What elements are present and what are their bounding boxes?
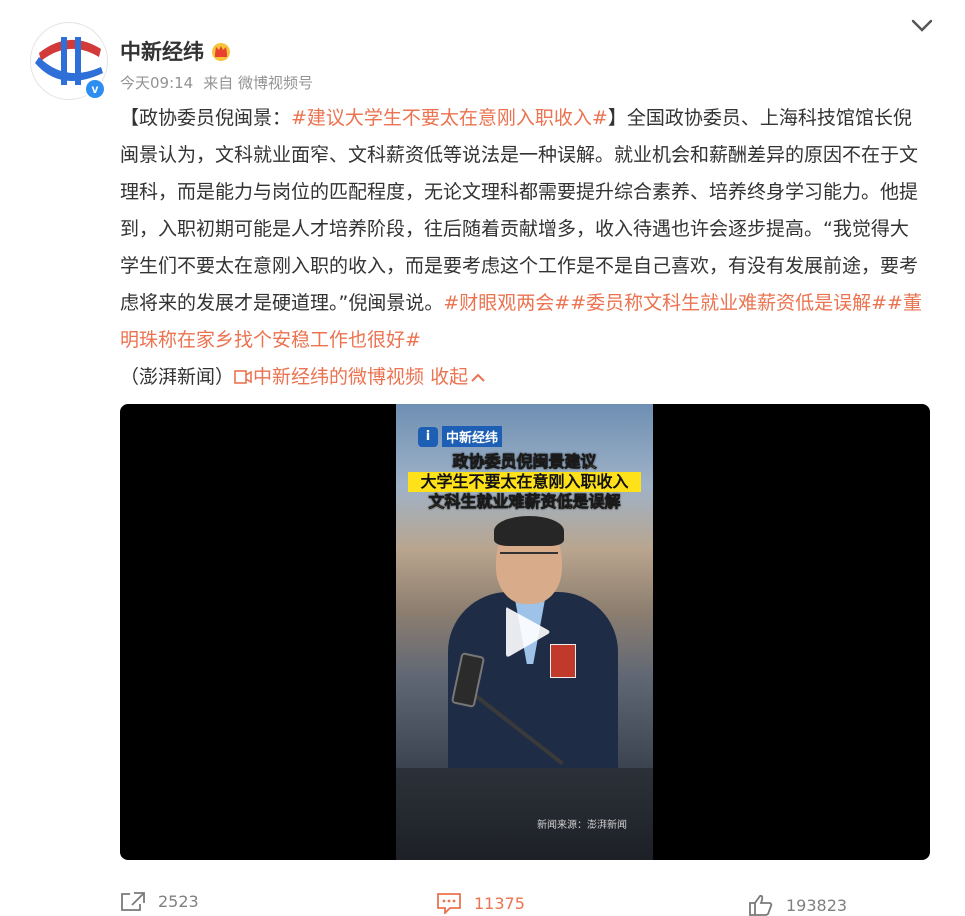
video-frame[interactable]: i 中新经纬 政协委员倪闽景建议 大学生不要太在意刚入职收入 文科生就业难薪资低…: [396, 404, 653, 860]
collapse-button[interactable]: 收起: [430, 366, 486, 388]
credit-text: （澎湃新闻）: [120, 366, 235, 388]
collapse-text[interactable]: 收起: [430, 366, 468, 388]
source-prefix: 来自: [203, 74, 234, 92]
video-link-icon: [234, 370, 252, 384]
chevron-down-icon[interactable]: [910, 14, 934, 38]
post-meta: 今天09:14 来自 微博视频号: [120, 72, 313, 93]
forward-count: 2523: [158, 891, 199, 911]
post-time[interactable]: 今天09:14: [120, 72, 193, 93]
person-glasses: [500, 552, 558, 566]
hashtag-3[interactable]: #委员称文科生就业难薪资低是误解#: [570, 292, 887, 314]
person-hair: [494, 516, 564, 546]
lead-text: 【政协委员倪闽景：: [120, 107, 292, 129]
comment-button[interactable]: 11375: [436, 892, 525, 914]
comment-icon: [437, 893, 461, 914]
body-text: 】全国政协委员、上海科技馆馆长倪闽景认为，文科就业面窄、文科薪资低等说法是一种误…: [120, 107, 919, 314]
delegate-badge: [550, 644, 576, 678]
video-lower-area: [396, 768, 653, 860]
forward-icon: [121, 892, 145, 911]
video-brand-text: 中新经纬: [442, 426, 503, 447]
video-headline-3: 文科生就业难薪资低是误解: [428, 492, 621, 512]
post-content: 【政协委员倪闽景：#建议大学生不要太在意刚入职收入#】全国政协委员、上海科技馆馆…: [120, 100, 925, 396]
verified-icon: v: [84, 78, 106, 100]
like-count: 193823: [786, 895, 848, 915]
post-source[interactable]: 微博视频号: [238, 74, 313, 92]
chevron-up-icon: [471, 373, 485, 382]
crown-icon: [212, 43, 230, 61]
video-player[interactable]: i 中新经纬 政协委员倪闽景建议 大学生不要太在意刚入职收入 文科生就业难薪资低…: [120, 404, 930, 860]
video-headline-2: 大学生不要太在意刚入职收入: [408, 472, 641, 492]
username-text[interactable]: 中新经纬: [120, 36, 204, 66]
forward-button[interactable]: 2523: [120, 890, 199, 912]
username[interactable]: 中新经纬: [120, 36, 232, 66]
video-brand-logo: i 中新经纬: [418, 426, 503, 447]
hashtag-2[interactable]: #财眼观两会#: [443, 292, 570, 314]
video-source-caption: 新闻来源：澎湃新闻: [537, 820, 627, 831]
comment-count: 11375: [474, 893, 525, 913]
action-bar: 2523 11375 193823: [0, 880, 965, 916]
video-headline-1: 政协委员倪闽景建议: [452, 452, 597, 472]
video-link[interactable]: 中新经纬的微博视频: [234, 366, 424, 388]
hashtag-1[interactable]: #建议大学生不要太在意刚入职收入#: [291, 107, 608, 129]
video-link-text[interactable]: 中新经纬的微博视频: [253, 366, 424, 388]
play-icon[interactable]: [502, 604, 552, 660]
